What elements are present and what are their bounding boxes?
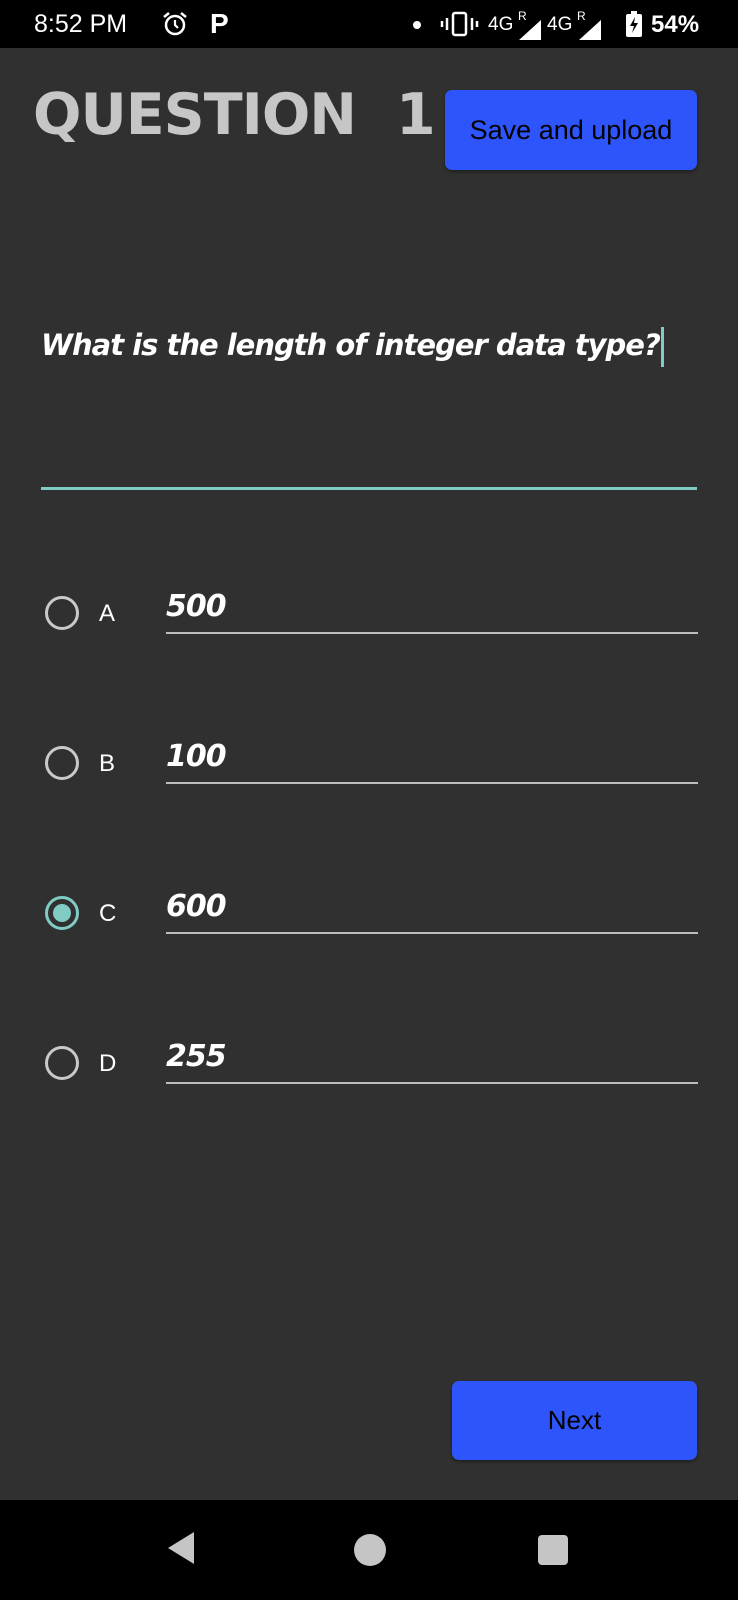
option-row-b: B 100 (0, 735, 738, 805)
option-row-c: C 600 (0, 885, 738, 955)
battery-charging-icon (626, 11, 642, 42)
option-value: 255 (166, 1039, 227, 1074)
network-type-2: 4G (547, 14, 573, 35)
text-cursor (660, 327, 664, 367)
radio-a[interactable] (45, 596, 79, 630)
save-and-upload-button[interactable]: Save and upload (445, 90, 697, 170)
option-value: 600 (166, 889, 227, 924)
back-triangle-icon[interactable] (166, 1530, 196, 1571)
option-value: 100 (166, 739, 227, 774)
notification-dot-icon (413, 21, 421, 29)
page-title: QUESTION 1 (33, 82, 436, 148)
battery-level: 54% (651, 11, 700, 38)
option-letter: B (99, 750, 116, 777)
recents-square-icon[interactable] (538, 1535, 568, 1565)
option-b-input[interactable]: 100 (166, 735, 698, 784)
next-button[interactable]: Next (452, 1381, 697, 1460)
navigation-bar (0, 1500, 738, 1600)
vibrate-icon (440, 11, 480, 42)
radio-d[interactable] (45, 1046, 79, 1080)
option-a-input[interactable]: 500 (166, 585, 698, 634)
status-time: 8:52 PM (34, 10, 128, 38)
network-type-1: 4G (488, 14, 514, 35)
option-letter: C (99, 900, 117, 927)
option-value: 500 (166, 589, 227, 624)
question-label: QUESTION (33, 82, 357, 148)
signal-icon (577, 18, 603, 45)
parking-app-icon: P (210, 8, 229, 39)
signal-icon (517, 18, 543, 45)
option-row-a: A 500 (0, 585, 738, 655)
option-letter: A (99, 600, 116, 627)
option-d-input[interactable]: 255 (166, 1035, 698, 1084)
radio-c-selected[interactable] (45, 896, 79, 930)
home-circle-icon[interactable] (354, 1534, 386, 1566)
question-text: What is the length of integer data type? (41, 327, 664, 367)
question-text-value: What is the length of integer data type? (41, 328, 661, 362)
radio-b[interactable] (45, 746, 79, 780)
option-c-input[interactable]: 600 (166, 885, 698, 934)
option-letter: D (99, 1050, 117, 1077)
status-bar: 8:52 PM P 4G R 4G R 54% (0, 0, 738, 48)
question-input[interactable]: What is the length of integer data type? (41, 315, 697, 490)
option-row-d: D 255 (0, 1035, 738, 1105)
alarm-icon (162, 11, 188, 42)
question-number: 1 (395, 82, 436, 148)
